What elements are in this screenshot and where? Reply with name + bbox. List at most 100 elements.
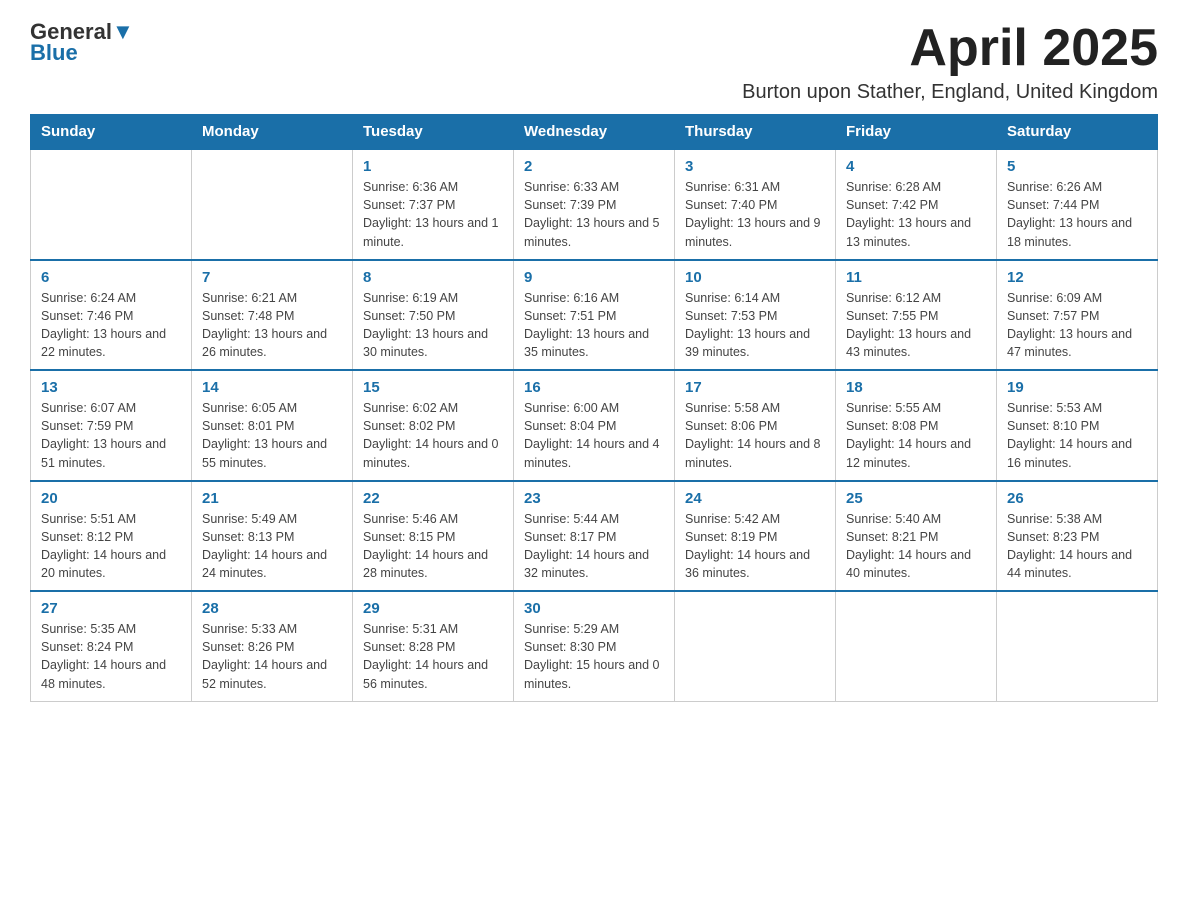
calendar-cell: 24 Sunrise: 5:42 AM Sunset: 8:19 PM Dayli… <box>675 481 836 592</box>
day-number: 11 <box>846 269 986 286</box>
day-number: 27 <box>41 600 181 617</box>
day-info: Sunrise: 6:31 AM Sunset: 7:40 PM Dayligh… <box>685 178 825 251</box>
day-info: Sunrise: 5:29 AM Sunset: 8:30 PM Dayligh… <box>524 620 664 693</box>
day-number: 23 <box>524 490 664 507</box>
day-info: Sunrise: 6:24 AM Sunset: 7:46 PM Dayligh… <box>41 289 181 362</box>
month-title: April 2025 <box>742 20 1158 77</box>
day-info: Sunrise: 6:36 AM Sunset: 7:37 PM Dayligh… <box>363 178 503 251</box>
calendar-cell: 21 Sunrise: 5:49 AM Sunset: 8:13 PM Dayli… <box>192 481 353 592</box>
day-number: 8 <box>363 269 503 286</box>
day-number: 6 <box>41 269 181 286</box>
calendar-cell: 2Sunrise: 6:33 AM Sunset: 7:39 PM Daylig… <box>514 149 675 260</box>
calendar-cell: 27 Sunrise: 5:35 AM Sunset: 8:24 PM Dayli… <box>31 591 192 701</box>
weekday-header-monday: Monday <box>192 115 353 150</box>
week-row-5: 27 Sunrise: 5:35 AM Sunset: 8:24 PM Dayli… <box>31 591 1158 701</box>
day-number: 29 <box>363 600 503 617</box>
day-number: 16 <box>524 379 664 396</box>
day-info: Sunrise: 6:14 AM Sunset: 7:53 PM Dayligh… <box>685 289 825 362</box>
calendar-cell <box>836 591 997 701</box>
calendar-cell: 18 Sunrise: 5:55 AM Sunset: 8:08 PM Dayli… <box>836 370 997 481</box>
calendar-cell: 25 Sunrise: 5:40 AM Sunset: 8:21 PM Dayli… <box>836 481 997 592</box>
day-info: Sunrise: 5:42 AM Sunset: 8:19 PM Dayligh… <box>685 510 825 583</box>
day-number: 14 <box>202 379 342 396</box>
day-info: Sunrise: 6:09 AM Sunset: 7:57 PM Dayligh… <box>1007 289 1147 362</box>
day-number: 5 <box>1007 158 1147 175</box>
day-number: 17 <box>685 379 825 396</box>
day-info: Sunrise: 6:19 AM Sunset: 7:50 PM Dayligh… <box>363 289 503 362</box>
day-number: 19 <box>1007 379 1147 396</box>
day-info: Sunrise: 5:58 AM Sunset: 8:06 PM Dayligh… <box>685 399 825 472</box>
day-info: Sunrise: 5:33 AM Sunset: 8:26 PM Dayligh… <box>202 620 342 693</box>
week-row-4: 20 Sunrise: 5:51 AM Sunset: 8:12 PM Dayli… <box>31 481 1158 592</box>
calendar-cell: 15Sunrise: 6:02 AM Sunset: 8:02 PM Dayli… <box>353 370 514 481</box>
calendar-cell: 12 Sunrise: 6:09 AM Sunset: 7:57 PM Dayli… <box>997 260 1158 371</box>
calendar-cell: 8 Sunrise: 6:19 AM Sunset: 7:50 PM Daylig… <box>353 260 514 371</box>
week-row-2: 6 Sunrise: 6:24 AM Sunset: 7:46 PM Daylig… <box>31 260 1158 371</box>
calendar-cell: 29 Sunrise: 5:31 AM Sunset: 8:28 PM Dayli… <box>353 591 514 701</box>
calendar-cell <box>192 149 353 260</box>
weekday-header-thursday: Thursday <box>675 115 836 150</box>
week-row-1: 1 Sunrise: 6:36 AM Sunset: 7:37 PM Daylig… <box>31 149 1158 260</box>
calendar-cell: 1 Sunrise: 6:36 AM Sunset: 7:37 PM Daylig… <box>353 149 514 260</box>
location-title: Burton upon Stather, England, United Kin… <box>742 81 1158 104</box>
day-info: Sunrise: 6:12 AM Sunset: 7:55 PM Dayligh… <box>846 289 986 362</box>
day-number: 12 <box>1007 269 1147 286</box>
calendar-cell <box>31 149 192 260</box>
calendar-cell: 4 Sunrise: 6:28 AM Sunset: 7:42 PM Daylig… <box>836 149 997 260</box>
calendar-cell: 10Sunrise: 6:14 AM Sunset: 7:53 PM Dayli… <box>675 260 836 371</box>
day-number: 21 <box>202 490 342 507</box>
day-number: 15 <box>363 379 503 396</box>
day-info: Sunrise: 5:35 AM Sunset: 8:24 PM Dayligh… <box>41 620 181 693</box>
weekday-header-friday: Friday <box>836 115 997 150</box>
day-number: 9 <box>524 269 664 286</box>
day-number: 28 <box>202 600 342 617</box>
calendar-cell: 17 Sunrise: 5:58 AM Sunset: 8:06 PM Dayli… <box>675 370 836 481</box>
calendar-cell: 14 Sunrise: 6:05 AM Sunset: 8:01 PM Dayli… <box>192 370 353 481</box>
calendar-cell: 6 Sunrise: 6:24 AM Sunset: 7:46 PM Daylig… <box>31 260 192 371</box>
day-number: 4 <box>846 158 986 175</box>
weekday-header-wednesday: Wednesday <box>514 115 675 150</box>
day-info: Sunrise: 6:07 AM Sunset: 7:59 PM Dayligh… <box>41 399 181 472</box>
day-number: 20 <box>41 490 181 507</box>
calendar-cell: 11 Sunrise: 6:12 AM Sunset: 7:55 PM Dayli… <box>836 260 997 371</box>
day-info: Sunrise: 5:51 AM Sunset: 8:12 PM Dayligh… <box>41 510 181 583</box>
logo: General▼ Blue <box>30 20 134 66</box>
day-info: Sunrise: 5:46 AM Sunset: 8:15 PM Dayligh… <box>363 510 503 583</box>
logo-triangle-icon: ▼ <box>112 19 134 44</box>
calendar-cell: 30 Sunrise: 5:29 AM Sunset: 8:30 PM Dayli… <box>514 591 675 701</box>
calendar-cell: 23Sunrise: 5:44 AM Sunset: 8:17 PM Dayli… <box>514 481 675 592</box>
day-number: 24 <box>685 490 825 507</box>
calendar-cell <box>675 591 836 701</box>
day-info: Sunrise: 5:40 AM Sunset: 8:21 PM Dayligh… <box>846 510 986 583</box>
calendar-cell: 28 Sunrise: 5:33 AM Sunset: 8:26 PM Dayli… <box>192 591 353 701</box>
logo-blue-text: Blue <box>30 40 78 66</box>
day-number: 13 <box>41 379 181 396</box>
day-info: Sunrise: 5:53 AM Sunset: 8:10 PM Dayligh… <box>1007 399 1147 472</box>
day-info: Sunrise: 5:55 AM Sunset: 8:08 PM Dayligh… <box>846 399 986 472</box>
calendar-cell <box>997 591 1158 701</box>
day-number: 18 <box>846 379 986 396</box>
calendar-cell: 22Sunrise: 5:46 AM Sunset: 8:15 PM Dayli… <box>353 481 514 592</box>
day-number: 25 <box>846 490 986 507</box>
weekday-header-sunday: Sunday <box>31 115 192 150</box>
day-info: Sunrise: 5:49 AM Sunset: 8:13 PM Dayligh… <box>202 510 342 583</box>
calendar-cell: 13 Sunrise: 6:07 AM Sunset: 7:59 PM Dayli… <box>31 370 192 481</box>
day-info: Sunrise: 6:26 AM Sunset: 7:44 PM Dayligh… <box>1007 178 1147 251</box>
calendar-cell: 20 Sunrise: 5:51 AM Sunset: 8:12 PM Dayli… <box>31 481 192 592</box>
calendar-cell: 5 Sunrise: 6:26 AM Sunset: 7:44 PM Daylig… <box>997 149 1158 260</box>
calendar-cell: 26Sunrise: 5:38 AM Sunset: 8:23 PM Dayli… <box>997 481 1158 592</box>
day-info: Sunrise: 6:16 AM Sunset: 7:51 PM Dayligh… <box>524 289 664 362</box>
calendar-cell: 19 Sunrise: 5:53 AM Sunset: 8:10 PM Dayli… <box>997 370 1158 481</box>
calendar-cell: 16Sunrise: 6:00 AM Sunset: 8:04 PM Dayli… <box>514 370 675 481</box>
day-info: Sunrise: 6:28 AM Sunset: 7:42 PM Dayligh… <box>846 178 986 251</box>
weekday-header-saturday: Saturday <box>997 115 1158 150</box>
day-info: Sunrise: 5:31 AM Sunset: 8:28 PM Dayligh… <box>363 620 503 693</box>
day-info: Sunrise: 6:05 AM Sunset: 8:01 PM Dayligh… <box>202 399 342 472</box>
day-info: Sunrise: 6:21 AM Sunset: 7:48 PM Dayligh… <box>202 289 342 362</box>
day-number: 30 <box>524 600 664 617</box>
day-number: 1 <box>363 158 503 175</box>
calendar-cell: 7Sunrise: 6:21 AM Sunset: 7:48 PM Daylig… <box>192 260 353 371</box>
weekday-header-row: SundayMondayTuesdayWednesdayThursdayFrid… <box>31 115 1158 150</box>
page-header: General▼ Blue April 2025 Burton upon Sta… <box>30 20 1158 104</box>
calendar-table: SundayMondayTuesdayWednesdayThursdayFrid… <box>30 114 1158 702</box>
